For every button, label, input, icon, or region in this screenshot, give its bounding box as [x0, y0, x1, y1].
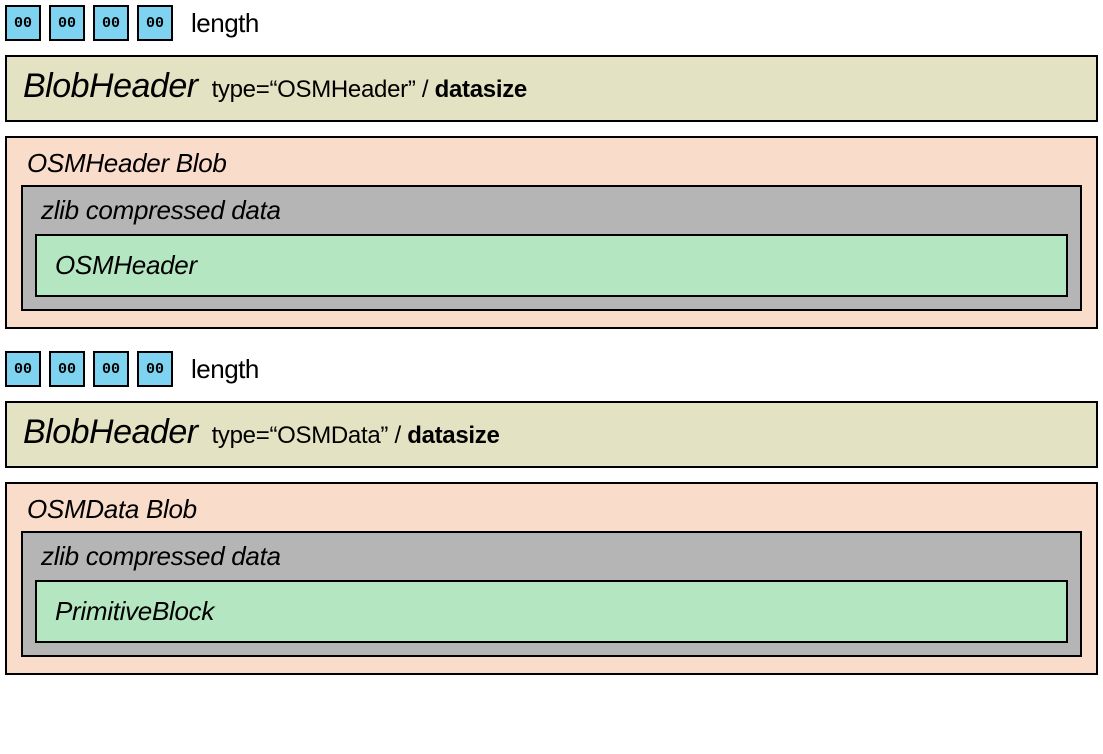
- blobheader-title: BlobHeader: [23, 67, 198, 106]
- blobheader-box-1: BlobHeader type=“OSMHeader” / datasize: [5, 55, 1098, 122]
- zlib-box: zlib compressed data OSMHeader: [21, 185, 1082, 311]
- length-label: length: [191, 354, 259, 385]
- byte-box: 00: [93, 351, 129, 387]
- length-label: length: [191, 8, 259, 39]
- inner-title: PrimitiveBlock: [55, 596, 1048, 627]
- zlib-title: zlib compressed data: [35, 193, 1068, 234]
- blobheader-title: BlobHeader: [23, 413, 198, 452]
- blob-title: OSMHeader Blob: [21, 146, 1082, 185]
- blobheader-datasize: datasize: [435, 76, 527, 103]
- primitiveblock-inner-box: PrimitiveBlock: [35, 580, 1068, 643]
- byte-box: 00: [5, 5, 41, 41]
- byte-box: 00: [137, 5, 173, 41]
- blobheader-line: BlobHeader type=“OSMHeader” / datasize: [23, 67, 1080, 106]
- blobheader-datasize: datasize: [407, 422, 499, 449]
- blobheader-detail: type=“OSMHeader” / datasize: [212, 76, 527, 104]
- byte-box: 00: [49, 5, 85, 41]
- osmheader-inner-box: OSMHeader: [35, 234, 1068, 297]
- blobheader-box-2: BlobHeader type=“OSMData” / datasize: [5, 401, 1098, 468]
- inner-title: OSMHeader: [55, 250, 1048, 281]
- blob-title: OSMData Blob: [21, 492, 1082, 531]
- blobheader-type: type=“OSMHeader” /: [212, 76, 435, 103]
- blobheader-type: type=“OSMData” /: [212, 422, 408, 449]
- length-row-1: 00 00 00 00 length: [5, 5, 1098, 41]
- zlib-box: zlib compressed data PrimitiveBlock: [21, 531, 1082, 657]
- blobheader-detail: type=“OSMData” / datasize: [212, 422, 500, 450]
- byte-box: 00: [137, 351, 173, 387]
- blobheader-line: BlobHeader type=“OSMData” / datasize: [23, 413, 1080, 452]
- byte-box: 00: [93, 5, 129, 41]
- osmheader-blob-box: OSMHeader Blob zlib compressed data OSMH…: [5, 136, 1098, 329]
- byte-box: 00: [49, 351, 85, 387]
- byte-box: 00: [5, 351, 41, 387]
- osmdata-blob-box: OSMData Blob zlib compressed data Primit…: [5, 482, 1098, 675]
- zlib-title: zlib compressed data: [35, 539, 1068, 580]
- length-row-2: 00 00 00 00 length: [5, 351, 1098, 387]
